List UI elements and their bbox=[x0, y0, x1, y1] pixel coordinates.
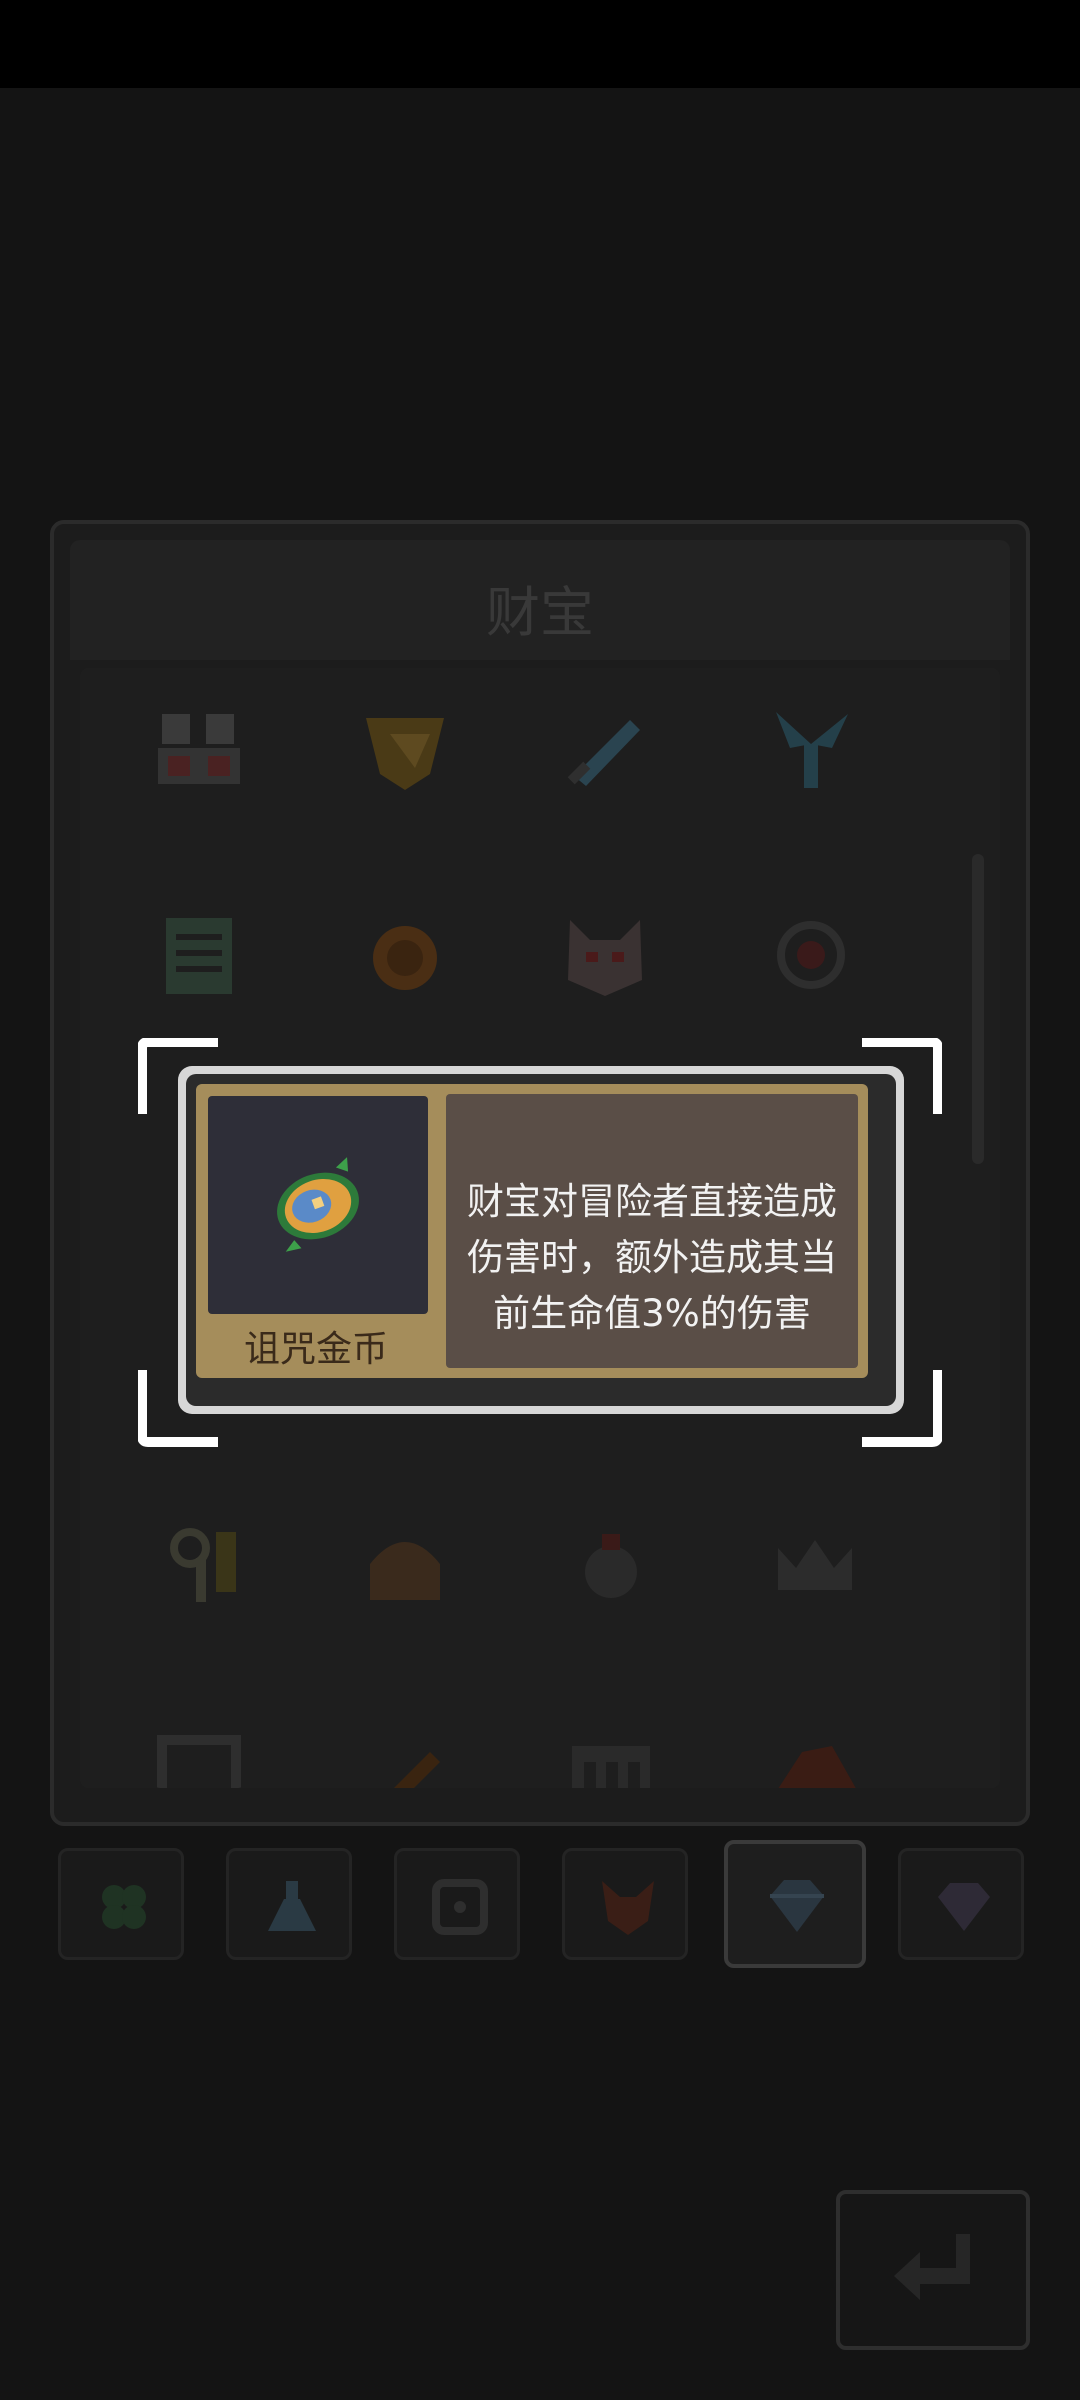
item-tooltip: 诅咒金币 财宝对冒险者直接造成伤害时，额外造成其当前生命值3%的伤害 bbox=[178, 1066, 904, 1414]
crown-icon[interactable] bbox=[770, 1520, 860, 1610]
potion-bag-icon[interactable] bbox=[566, 1520, 656, 1610]
key-icon[interactable] bbox=[160, 1520, 250, 1610]
clover-icon bbox=[102, 1885, 146, 1929]
gate-icon[interactable] bbox=[566, 1732, 656, 1788]
cursed-coin-icon bbox=[277, 1157, 359, 1252]
flask-icon bbox=[268, 1881, 316, 1931]
chest-icon[interactable] bbox=[154, 704, 244, 794]
tab-clover[interactable] bbox=[58, 1848, 184, 1960]
tab-dice[interactable] bbox=[394, 1848, 520, 1960]
tooltip-body: 诅咒金币 财宝对冒险者直接造成伤害时，额外造成其当前生命值3%的伤害 bbox=[196, 1084, 868, 1378]
item-description-box: 财宝对冒险者直接造成伤害时，额外造成其当前生命值3%的伤害 bbox=[446, 1094, 858, 1368]
tab-purple-diamond[interactable] bbox=[898, 1848, 1024, 1960]
panel-title: 财宝 bbox=[486, 581, 594, 644]
fox-icon bbox=[602, 1881, 654, 1935]
purple-diamond-icon bbox=[938, 1883, 990, 1931]
tab-flask[interactable] bbox=[226, 1848, 352, 1960]
tab-fox[interactable] bbox=[562, 1848, 688, 1960]
windmill-icon[interactable] bbox=[766, 704, 856, 794]
back-button[interactable] bbox=[836, 2190, 1030, 2350]
orange-orb-icon[interactable] bbox=[360, 910, 450, 1000]
helmet-icon[interactable] bbox=[360, 1520, 450, 1610]
return-arrow-icon bbox=[894, 2234, 970, 2300]
demon-mask-icon[interactable] bbox=[560, 910, 650, 1000]
sword-icon[interactable] bbox=[560, 704, 650, 794]
golden-shield-icon[interactable] bbox=[360, 704, 450, 794]
status-bar bbox=[0, 0, 1080, 88]
item-name: 诅咒金币 bbox=[243, 1329, 388, 1370]
target-ring-icon[interactable] bbox=[766, 910, 856, 1000]
hat-icon[interactable] bbox=[772, 1732, 862, 1788]
item-icon-box bbox=[208, 1096, 428, 1314]
item-description: 财宝对冒险者直接造成伤害时，额外造成其当前生命值3%的伤害 bbox=[467, 1180, 837, 1335]
scroll-icon[interactable] bbox=[154, 910, 244, 1000]
frame-icon[interactable] bbox=[154, 1732, 244, 1788]
scrollbar[interactable] bbox=[972, 854, 984, 1164]
wand-icon[interactable] bbox=[360, 1732, 450, 1788]
blue-diamond-icon bbox=[770, 1880, 824, 1932]
tab-blue-diamond[interactable] bbox=[724, 1840, 866, 1968]
dice-icon bbox=[432, 1879, 488, 1935]
